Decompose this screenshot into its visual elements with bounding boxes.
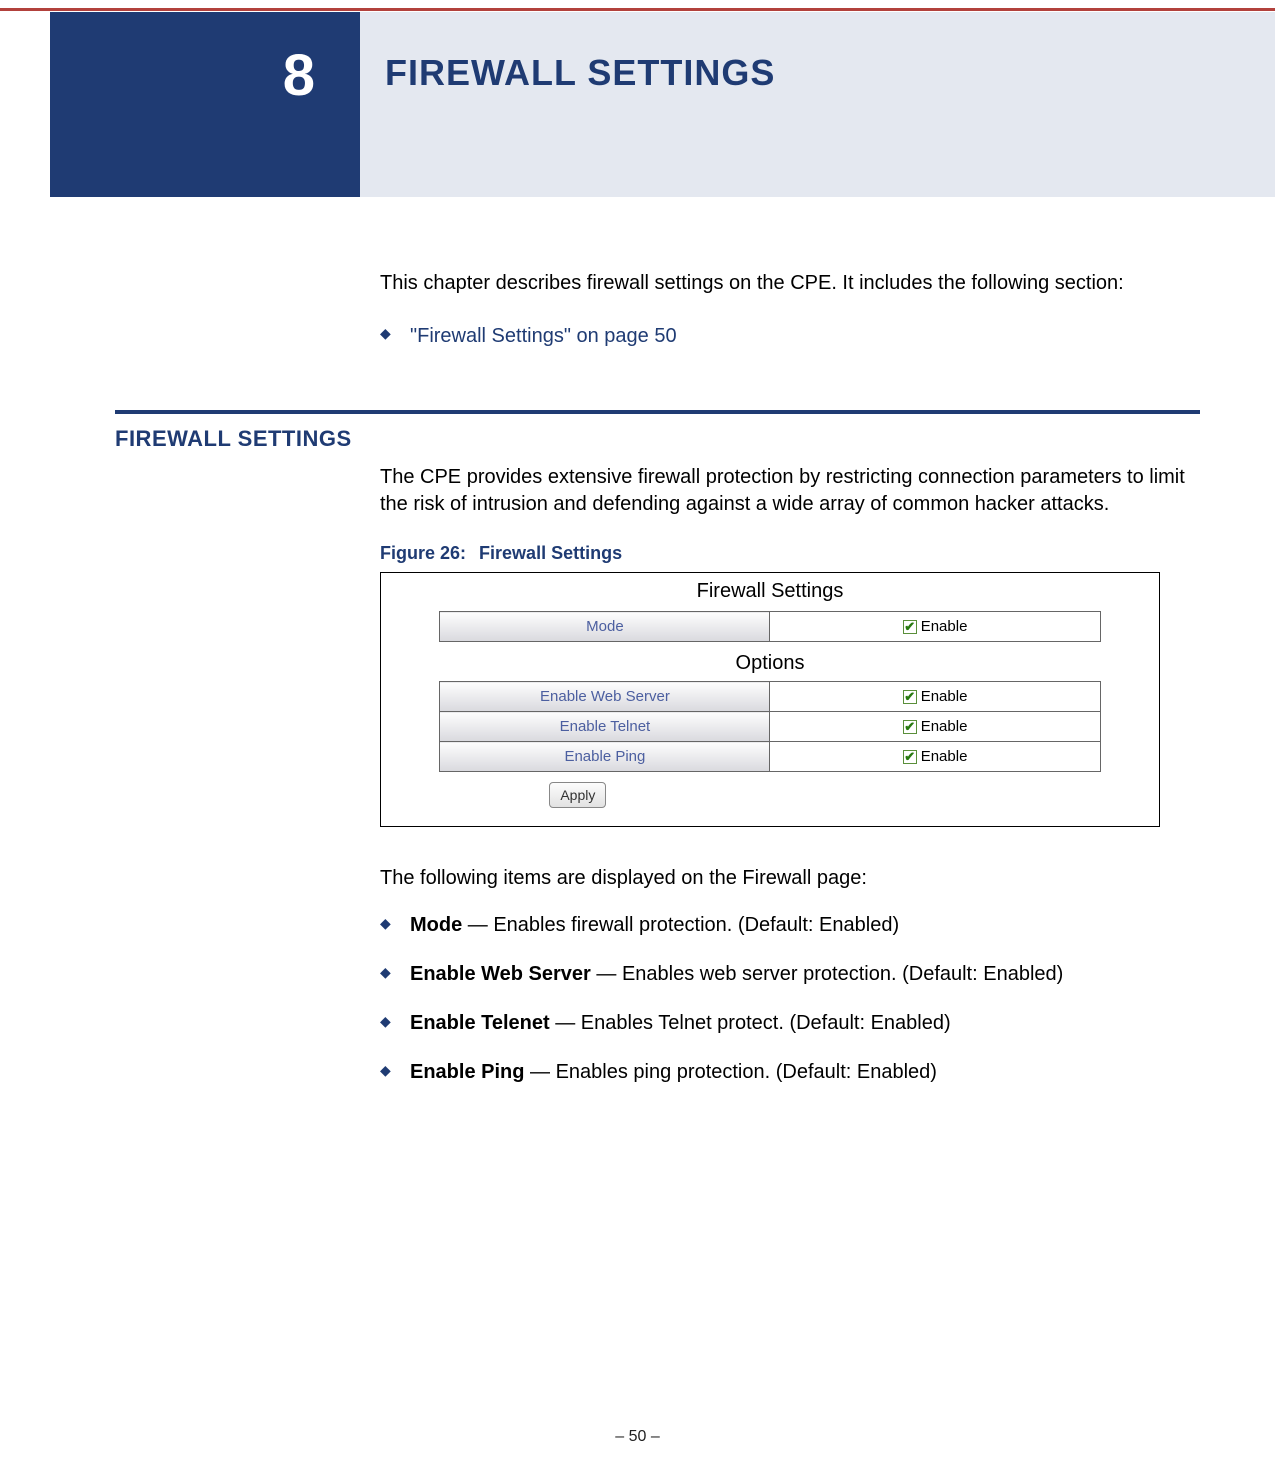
item-term: Enable Ping (410, 1061, 524, 1083)
enable-text: Enable (921, 748, 968, 765)
figure-caption-num: Figure 26: (380, 543, 466, 563)
chapter-number: 8 (283, 47, 315, 105)
option-label-cell: Enable Telnet (440, 712, 770, 742)
chapter-title: FIREWALL SETTINGS (385, 52, 775, 94)
option-label-cell: Enable Web Server (440, 682, 770, 712)
figure-options-title: Options (381, 652, 1159, 675)
item-desc: — Enables Telnet protect. (Default: Enab… (550, 1012, 951, 1034)
top-red-rule (0, 8, 1275, 11)
chapter-number-box: 8 (50, 12, 360, 197)
checkbox-icon[interactable]: ✔ (903, 690, 917, 704)
figure-caption-title: Firewall Settings (479, 543, 622, 563)
intro-link-item: "Firewall Settings" on page 50 (380, 322, 1200, 350)
checkbox-icon[interactable]: ✔ (903, 750, 917, 764)
list-item: Enable Telenet — Enables Telnet protect.… (380, 1010, 1200, 1037)
option-value-cell: ✔ Enable (770, 712, 1100, 742)
option-label-cell: Enable Ping (440, 742, 770, 772)
figure-panel-title: Firewall Settings (381, 577, 1159, 605)
figure-options-table: Enable Web Server ✔ Enable Enable Telnet … (439, 681, 1100, 772)
table-row: Mode ✔ Enable (440, 612, 1100, 642)
intro-link-list: "Firewall Settings" on page 50 (380, 322, 1200, 350)
item-term: Mode (410, 914, 462, 936)
option-value-cell: ✔ Enable (770, 682, 1100, 712)
enable-text: Enable (921, 618, 968, 635)
page-footer: – 50 – (0, 1428, 1275, 1446)
table-row: Enable Telnet ✔ Enable (440, 712, 1100, 742)
mode-value-cell: ✔ Enable (770, 612, 1100, 642)
option-value-cell: ✔ Enable (770, 742, 1100, 772)
checkbox-icon[interactable]: ✔ (903, 720, 917, 734)
checkbox-icon[interactable]: ✔ (903, 620, 917, 634)
table-row: Enable Ping ✔ Enable (440, 742, 1100, 772)
apply-button-row: Apply (439, 782, 1100, 808)
apply-button[interactable]: Apply (549, 782, 606, 808)
intro-paragraph: This chapter describes firewall settings… (380, 270, 1200, 297)
figure-caption: Figure 26: Firewall Settings (380, 543, 1200, 564)
page-content: This chapter describes firewall settings… (115, 270, 1200, 1108)
table-row: Enable Web Server ✔ Enable (440, 682, 1100, 712)
figure-firewall-settings: Firewall Settings Mode ✔ Enable Options E… (380, 572, 1160, 827)
list-item: Enable Web Server — Enables web server p… (380, 961, 1200, 988)
chapter-title-bar: FIREWALL SETTINGS (360, 12, 1275, 197)
item-list: Mode — Enables firewall protection. (Def… (380, 912, 1200, 1086)
item-desc: — Enables web server protection. (Defaul… (591, 963, 1063, 985)
section-paragraph: The CPE provides extensive firewall prot… (380, 464, 1200, 518)
enable-text: Enable (921, 688, 968, 705)
intro-link[interactable]: "Firewall Settings" on page 50 (410, 325, 677, 347)
section-divider (115, 410, 1200, 414)
section-heading: FIREWALL SETTINGS (115, 426, 1200, 452)
item-term: Enable Telenet (410, 1012, 550, 1034)
items-intro: The following items are displayed on the… (380, 867, 1200, 890)
item-desc: — Enables firewall protection. (Default:… (462, 914, 899, 936)
mode-label-cell: Mode (440, 612, 770, 642)
enable-text: Enable (921, 718, 968, 735)
list-item: Enable Ping — Enables ping protection. (… (380, 1059, 1200, 1086)
item-desc: — Enables ping protection. (Default: Ena… (524, 1061, 936, 1083)
item-term: Enable Web Server (410, 963, 591, 985)
list-item: Mode — Enables firewall protection. (Def… (380, 912, 1200, 939)
figure-mode-table: Mode ✔ Enable (439, 611, 1100, 642)
